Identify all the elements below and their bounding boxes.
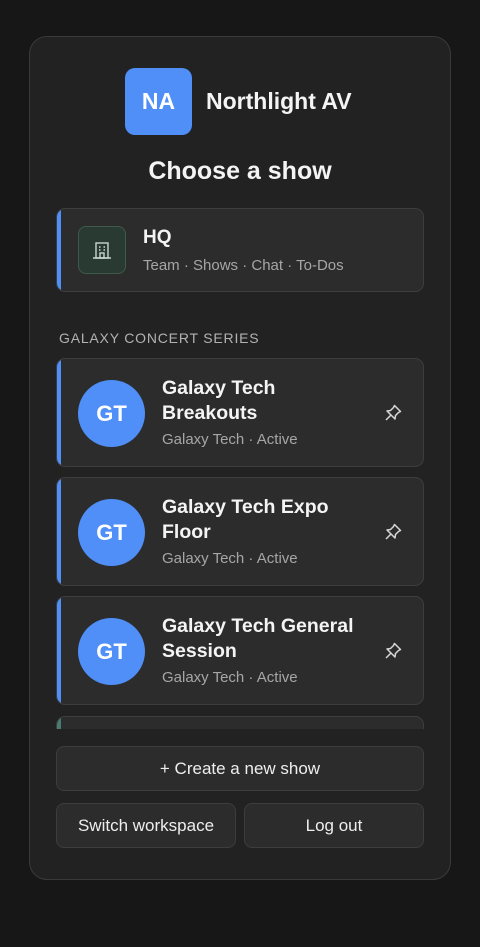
hq-title: HQ	[143, 227, 172, 248]
pin-icon[interactable]	[383, 403, 403, 423]
show-avatar: GT	[78, 380, 145, 447]
hq-card[interactable]: HQ Team · Shows · Chat · To-Dos	[56, 208, 424, 292]
show-card[interactable]: GT Galaxy Tech Expo Floor Galaxy Tech · …	[56, 477, 424, 586]
show-list[interactable]: GT Galaxy Tech Breakouts Galaxy Tech · A…	[30, 358, 450, 729]
hq-subtitle: Team · Shows · Chat · To-Dos	[143, 257, 344, 274]
show-card[interactable]: GT Galaxy Tech General Session Galaxy Te…	[56, 596, 424, 705]
show-title: Galaxy Tech Expo Floor	[162, 496, 329, 543]
brand-header: NA Northlight AV	[125, 68, 352, 135]
show-avatar: GT	[78, 618, 145, 685]
brand-logo: NA	[125, 68, 192, 135]
brand-name: Northlight AV	[206, 88, 352, 114]
pin-icon[interactable]	[383, 641, 403, 661]
show-title: Galaxy Tech General Session	[162, 615, 354, 662]
building-icon	[78, 226, 126, 274]
show-card[interactable]: GT Galaxy Tech Breakouts Galaxy Tech · A…	[56, 358, 424, 467]
logout-button[interactable]: Log out	[244, 803, 424, 848]
show-card-partial[interactable]	[56, 716, 424, 729]
show-meta: Galaxy Tech · Active	[162, 550, 298, 567]
page-title: Choose a show	[148, 157, 332, 185]
show-title: Galaxy Tech Breakouts	[162, 377, 276, 424]
show-picker-panel: NA Northlight AV Choose a show HQ Team ·…	[29, 36, 451, 880]
switch-workspace-button[interactable]: Switch workspace	[56, 803, 236, 848]
show-meta: Galaxy Tech · Active	[162, 669, 298, 686]
section-label: GALAXY CONCERT SERIES	[59, 330, 260, 346]
show-avatar: GT	[78, 499, 145, 566]
create-show-button[interactable]: + Create a new show	[56, 746, 424, 791]
show-meta: Galaxy Tech · Active	[162, 431, 298, 448]
pin-icon[interactable]	[383, 522, 403, 542]
